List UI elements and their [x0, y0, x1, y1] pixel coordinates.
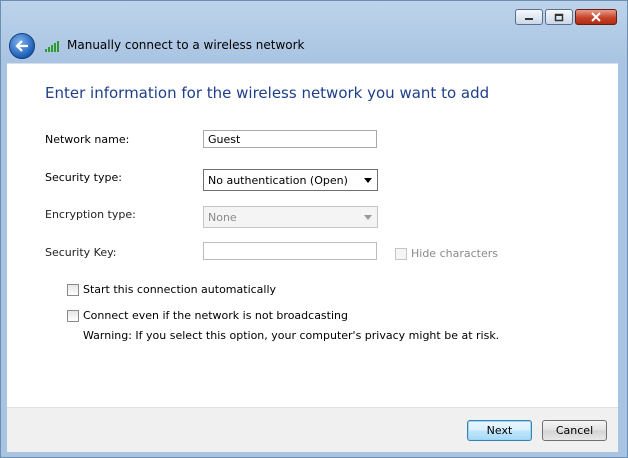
close-icon [591, 12, 601, 22]
minimize-icon [525, 18, 533, 20]
wizard-content: Enter information for the wireless netwo… [7, 63, 618, 408]
hide-characters-label: Hide characters [411, 247, 498, 260]
encryption-type-value: None [208, 211, 237, 224]
wizard-title: Manually connect to a wireless network [67, 38, 305, 52]
dropdown-arrow-icon [361, 172, 375, 188]
wizard-footer: Next Cancel [7, 407, 618, 452]
network-name-field[interactable] [203, 130, 377, 148]
wireless-signal-icon [45, 41, 59, 52]
security-type-select[interactable]: No authentication (Open) [203, 169, 378, 191]
start-automatically-checkbox[interactable] [67, 284, 79, 296]
back-button[interactable] [9, 33, 35, 59]
main-instruction: Enter information for the wireless netwo… [45, 84, 490, 102]
encryption-type-label: Encryption type: [45, 208, 136, 221]
close-button[interactable] [575, 9, 617, 25]
connect-not-broadcasting-checkbox[interactable] [67, 310, 79, 322]
security-key-field[interactable] [203, 242, 377, 260]
security-type-value: No authentication (Open) [208, 174, 348, 187]
maximize-icon [554, 13, 564, 21]
encryption-type-select[interactable]: None [203, 206, 378, 228]
wizard-header: Manually connect to a wireless network [1, 29, 627, 63]
network-name-label: Network name: [45, 133, 130, 146]
privacy-warning: Warning: If you select this option, your… [83, 329, 500, 342]
wizard-window: Manually connect to a wireless network E… [0, 0, 628, 458]
hide-characters-checkbox[interactable] [395, 248, 407, 260]
dropdown-arrow-icon [361, 209, 375, 225]
connect-not-broadcasting-label: Connect even if the network is not broad… [83, 309, 348, 322]
cancel-button[interactable]: Cancel [542, 420, 607, 441]
caption-buttons [515, 9, 617, 25]
security-type-label: Security type: [45, 171, 122, 184]
title-bar [1, 1, 627, 29]
start-automatically-label: Start this connection automatically [83, 283, 277, 296]
security-key-label: Security Key: [45, 246, 117, 259]
minimize-button[interactable] [515, 9, 543, 25]
maximize-button[interactable] [545, 9, 573, 25]
back-arrow-icon [15, 40, 28, 52]
next-button[interactable]: Next [467, 420, 532, 441]
